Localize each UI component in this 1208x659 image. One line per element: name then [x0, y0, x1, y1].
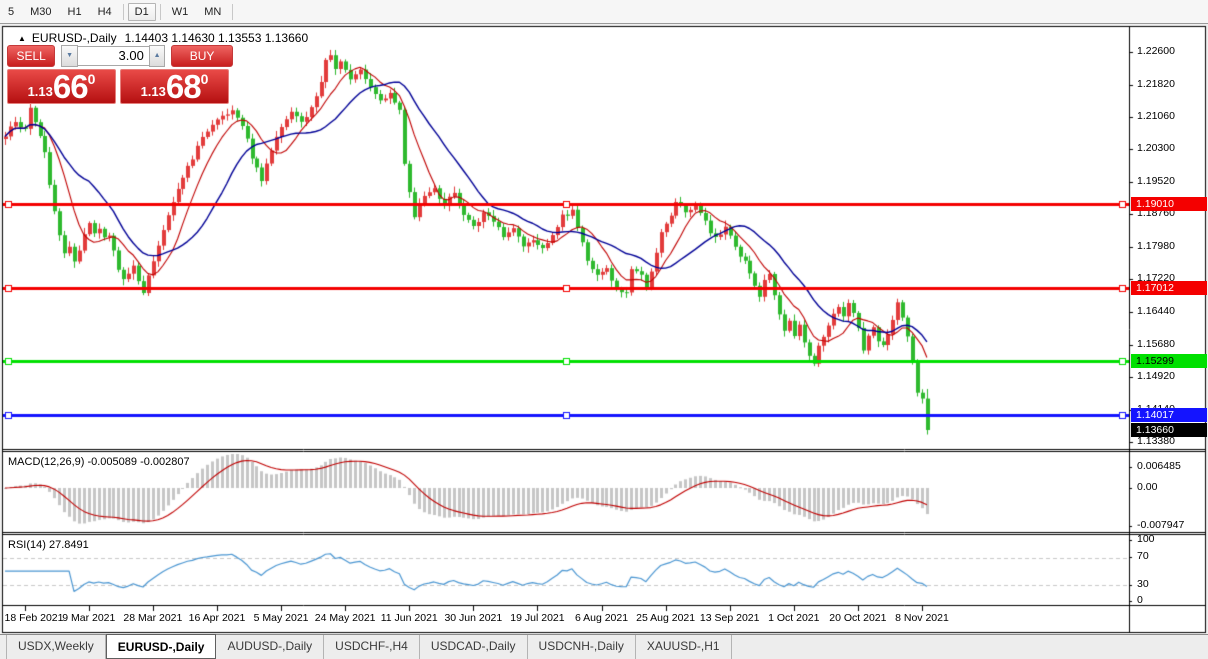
one-click-panel-arrow-icon[interactable]: ▲ — [18, 34, 26, 43]
sell-price-pipette: 0 — [88, 71, 96, 87]
volume-increase-button[interactable]: ▲ — [149, 45, 165, 67]
quote-tiles-row: 1.13 66 0 1.13 68 0 — [7, 69, 233, 104]
chart-title: ▲ EURUSD-,Daily 1.14403 1.14630 1.13553 … — [18, 31, 308, 45]
volume-input[interactable] — [78, 46, 149, 66]
chart-symbol-period: EURUSD-,Daily — [32, 31, 117, 45]
sell-price-prefix: 1.13 — [28, 84, 53, 99]
buy-price-prefix: 1.13 — [141, 84, 166, 99]
buy-button[interactable]: BUY — [171, 45, 233, 67]
buy-price-pipette: 0 — [201, 71, 209, 87]
sell-quote-tile[interactable]: 1.13 66 0 — [7, 69, 116, 104]
buy-price-pips: 68 — [166, 70, 201, 103]
sell-price-pips: 66 — [53, 70, 88, 103]
one-click-trade-panel: SELL ▼ ▲ BUY 1.13 66 0 1.13 68 0 — [7, 45, 233, 104]
sell-button[interactable]: SELL — [7, 45, 55, 67]
chart-ohlc-readout: 1.14403 1.14630 1.13553 1.13660 — [125, 31, 309, 45]
volume-decrease-button[interactable]: ▼ — [61, 45, 77, 67]
trade-controls-row: SELL ▼ ▲ BUY — [7, 45, 233, 66]
buy-quote-tile[interactable]: 1.13 68 0 — [120, 69, 229, 104]
application-window: 5M30H1H4D1W1MN ▲ EURUSD-,Daily 1.14403 1… — [0, 0, 1208, 659]
